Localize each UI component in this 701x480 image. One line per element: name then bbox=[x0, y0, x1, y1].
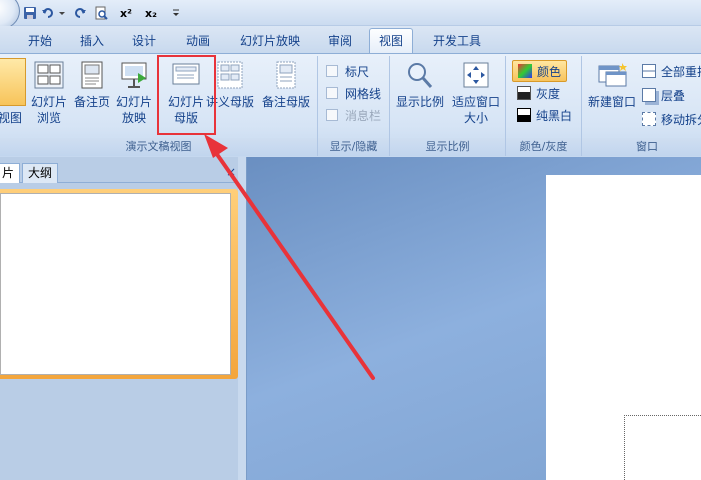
slide-sorter-button[interactable]: 幻灯片浏览 bbox=[28, 58, 70, 126]
subscript-icon[interactable]: x₂ bbox=[140, 4, 162, 22]
selected-slide-frame[interactable] bbox=[0, 189, 238, 379]
new-window-icon bbox=[596, 60, 628, 90]
black-white-label: 纯黑白 bbox=[536, 108, 573, 123]
move-split-icon bbox=[642, 112, 656, 126]
superscript-icon[interactable]: x² bbox=[115, 4, 137, 22]
redo-icon[interactable] bbox=[72, 4, 88, 22]
new-window-button[interactable]: 新建窗口 bbox=[584, 58, 640, 110]
cascade-button[interactable]: 层叠 bbox=[642, 86, 685, 104]
group-show-hide: 标尺 网格线 消息栏 显示/隐藏 bbox=[318, 56, 390, 156]
notes-master-label: 备注母版 bbox=[261, 95, 310, 109]
ruler-label: 标尺 bbox=[345, 64, 370, 79]
tab-view[interactable]: 视图 bbox=[369, 28, 413, 53]
zoom-label: 显示比例 bbox=[395, 95, 444, 109]
ruler-check-icon bbox=[326, 65, 338, 77]
tab-design[interactable]: 设计 bbox=[124, 31, 164, 53]
fit-window-icon bbox=[460, 60, 492, 90]
tab-insert[interactable]: 插入 bbox=[72, 31, 112, 53]
color-label: 颜色 bbox=[537, 64, 562, 79]
fit-window-button[interactable]: 适应窗口大小 bbox=[448, 58, 504, 126]
group-label-zoom: 显示比例 bbox=[390, 138, 505, 156]
tab-slideshow[interactable]: 幻灯片放映 bbox=[234, 31, 306, 53]
group-color-grayscale: 颜色 灰度 纯黑白 颜色/灰度 bbox=[506, 56, 582, 156]
slideshow-icon bbox=[118, 60, 150, 90]
tab-home[interactable]: 开始 bbox=[20, 31, 60, 53]
gridlines-checkbox[interactable]: 网格线 bbox=[326, 84, 381, 102]
slide-thumbnail[interactable] bbox=[0, 193, 231, 375]
tab-outline[interactable]: 大纲 bbox=[22, 163, 59, 183]
move-split-button[interactable]: 移动拆分 bbox=[642, 110, 701, 128]
panel-tabs: 片 大纲 × bbox=[0, 163, 246, 183]
undo-icon[interactable] bbox=[40, 4, 56, 22]
tab-animations[interactable]: 动画 bbox=[178, 31, 218, 53]
group-label-show-hide: 显示/隐藏 bbox=[318, 138, 389, 156]
arrange-all-label: 全部重排 bbox=[661, 64, 701, 79]
print-preview-icon[interactable] bbox=[93, 4, 109, 22]
cascade-label: 层叠 bbox=[661, 88, 686, 103]
tab-slides[interactable]: 片 bbox=[0, 163, 21, 183]
message-bar-label: 消息栏 bbox=[345, 108, 382, 123]
undo-dropdown-icon[interactable] bbox=[57, 4, 67, 22]
normal-view-label: 视图 bbox=[0, 111, 22, 125]
black-white-icon bbox=[517, 108, 531, 122]
slide-sorter-icon bbox=[33, 60, 65, 90]
group-label-window: 窗口 bbox=[582, 138, 701, 156]
color-swatch-icon bbox=[518, 64, 532, 78]
slide-sorter-label: 幻灯片浏览 bbox=[31, 95, 68, 125]
fit-window-label: 适应窗口大小 bbox=[451, 95, 500, 125]
notes-page-button[interactable]: 备注页 bbox=[72, 58, 112, 110]
quick-access-toolbar: x² x₂ bbox=[0, 0, 701, 30]
gridlines-check-icon bbox=[326, 87, 338, 99]
grayscale-button[interactable]: 灰度 bbox=[517, 84, 560, 102]
group-window: 新建窗口 全部重排 层叠 移动拆分 窗口 bbox=[582, 56, 701, 156]
group-label-color: 颜色/灰度 bbox=[506, 138, 581, 156]
magnifier-icon bbox=[404, 60, 436, 90]
panel-splitter[interactable] bbox=[238, 157, 246, 480]
grayscale-label: 灰度 bbox=[536, 86, 561, 101]
cascade-icon bbox=[642, 88, 656, 102]
slideshow-view-button[interactable]: 幻灯片放映 bbox=[114, 58, 154, 126]
ribbon-tab-row: 开始 插入 设计 动画 幻灯片放映 审阅 视图 开发工具 bbox=[0, 26, 701, 53]
black-white-button[interactable]: 纯黑白 bbox=[517, 106, 572, 124]
slideshow-view-label: 幻灯片放映 bbox=[116, 95, 153, 125]
tab-developer[interactable]: 开发工具 bbox=[425, 31, 489, 53]
slides-panel: 片 大纲 × bbox=[0, 157, 246, 480]
message-bar-check-icon bbox=[326, 109, 338, 121]
grayscale-icon bbox=[517, 86, 531, 100]
handout-master-icon bbox=[214, 60, 246, 90]
new-window-label: 新建窗口 bbox=[587, 95, 636, 109]
gridlines-label: 网格线 bbox=[345, 86, 382, 101]
close-panel-icon[interactable]: × bbox=[226, 165, 236, 179]
normal-view-button[interactable]: 视图 bbox=[0, 58, 26, 126]
notes-master-button[interactable]: 备注母版 bbox=[258, 58, 314, 110]
customize-toolbar-icon[interactable] bbox=[170, 4, 182, 22]
ruler-checkbox[interactable]: 标尺 bbox=[326, 62, 369, 80]
notes-page-icon bbox=[76, 60, 108, 90]
save-icon[interactable] bbox=[22, 4, 38, 22]
annotation-highlight-box bbox=[157, 55, 216, 135]
move-split-label: 移动拆分 bbox=[661, 112, 701, 127]
ribbon-panel: 视图 幻灯片浏览 备注页 幻灯片放映 幻灯片母版 讲义母版 备注母版 演示文稿视… bbox=[0, 53, 701, 157]
arrange-all-icon bbox=[642, 64, 656, 78]
notes-master-icon bbox=[270, 60, 302, 90]
zoom-button[interactable]: 显示比例 bbox=[394, 58, 446, 110]
group-zoom: 显示比例 适应窗口大小 显示比例 bbox=[390, 56, 506, 156]
slide-editing-area bbox=[247, 157, 701, 480]
content-placeholder[interactable] bbox=[624, 415, 701, 480]
tab-review[interactable]: 审阅 bbox=[320, 31, 360, 53]
color-button[interactable]: 颜色 bbox=[512, 60, 568, 82]
slide-canvas[interactable] bbox=[546, 175, 701, 480]
message-bar-checkbox: 消息栏 bbox=[326, 106, 381, 124]
group-label-presentation-views: 演示文稿视图 bbox=[0, 138, 317, 156]
arrange-all-button[interactable]: 全部重排 bbox=[642, 62, 701, 80]
notes-page-label: 备注页 bbox=[73, 95, 110, 109]
normal-view-icon bbox=[0, 58, 26, 106]
